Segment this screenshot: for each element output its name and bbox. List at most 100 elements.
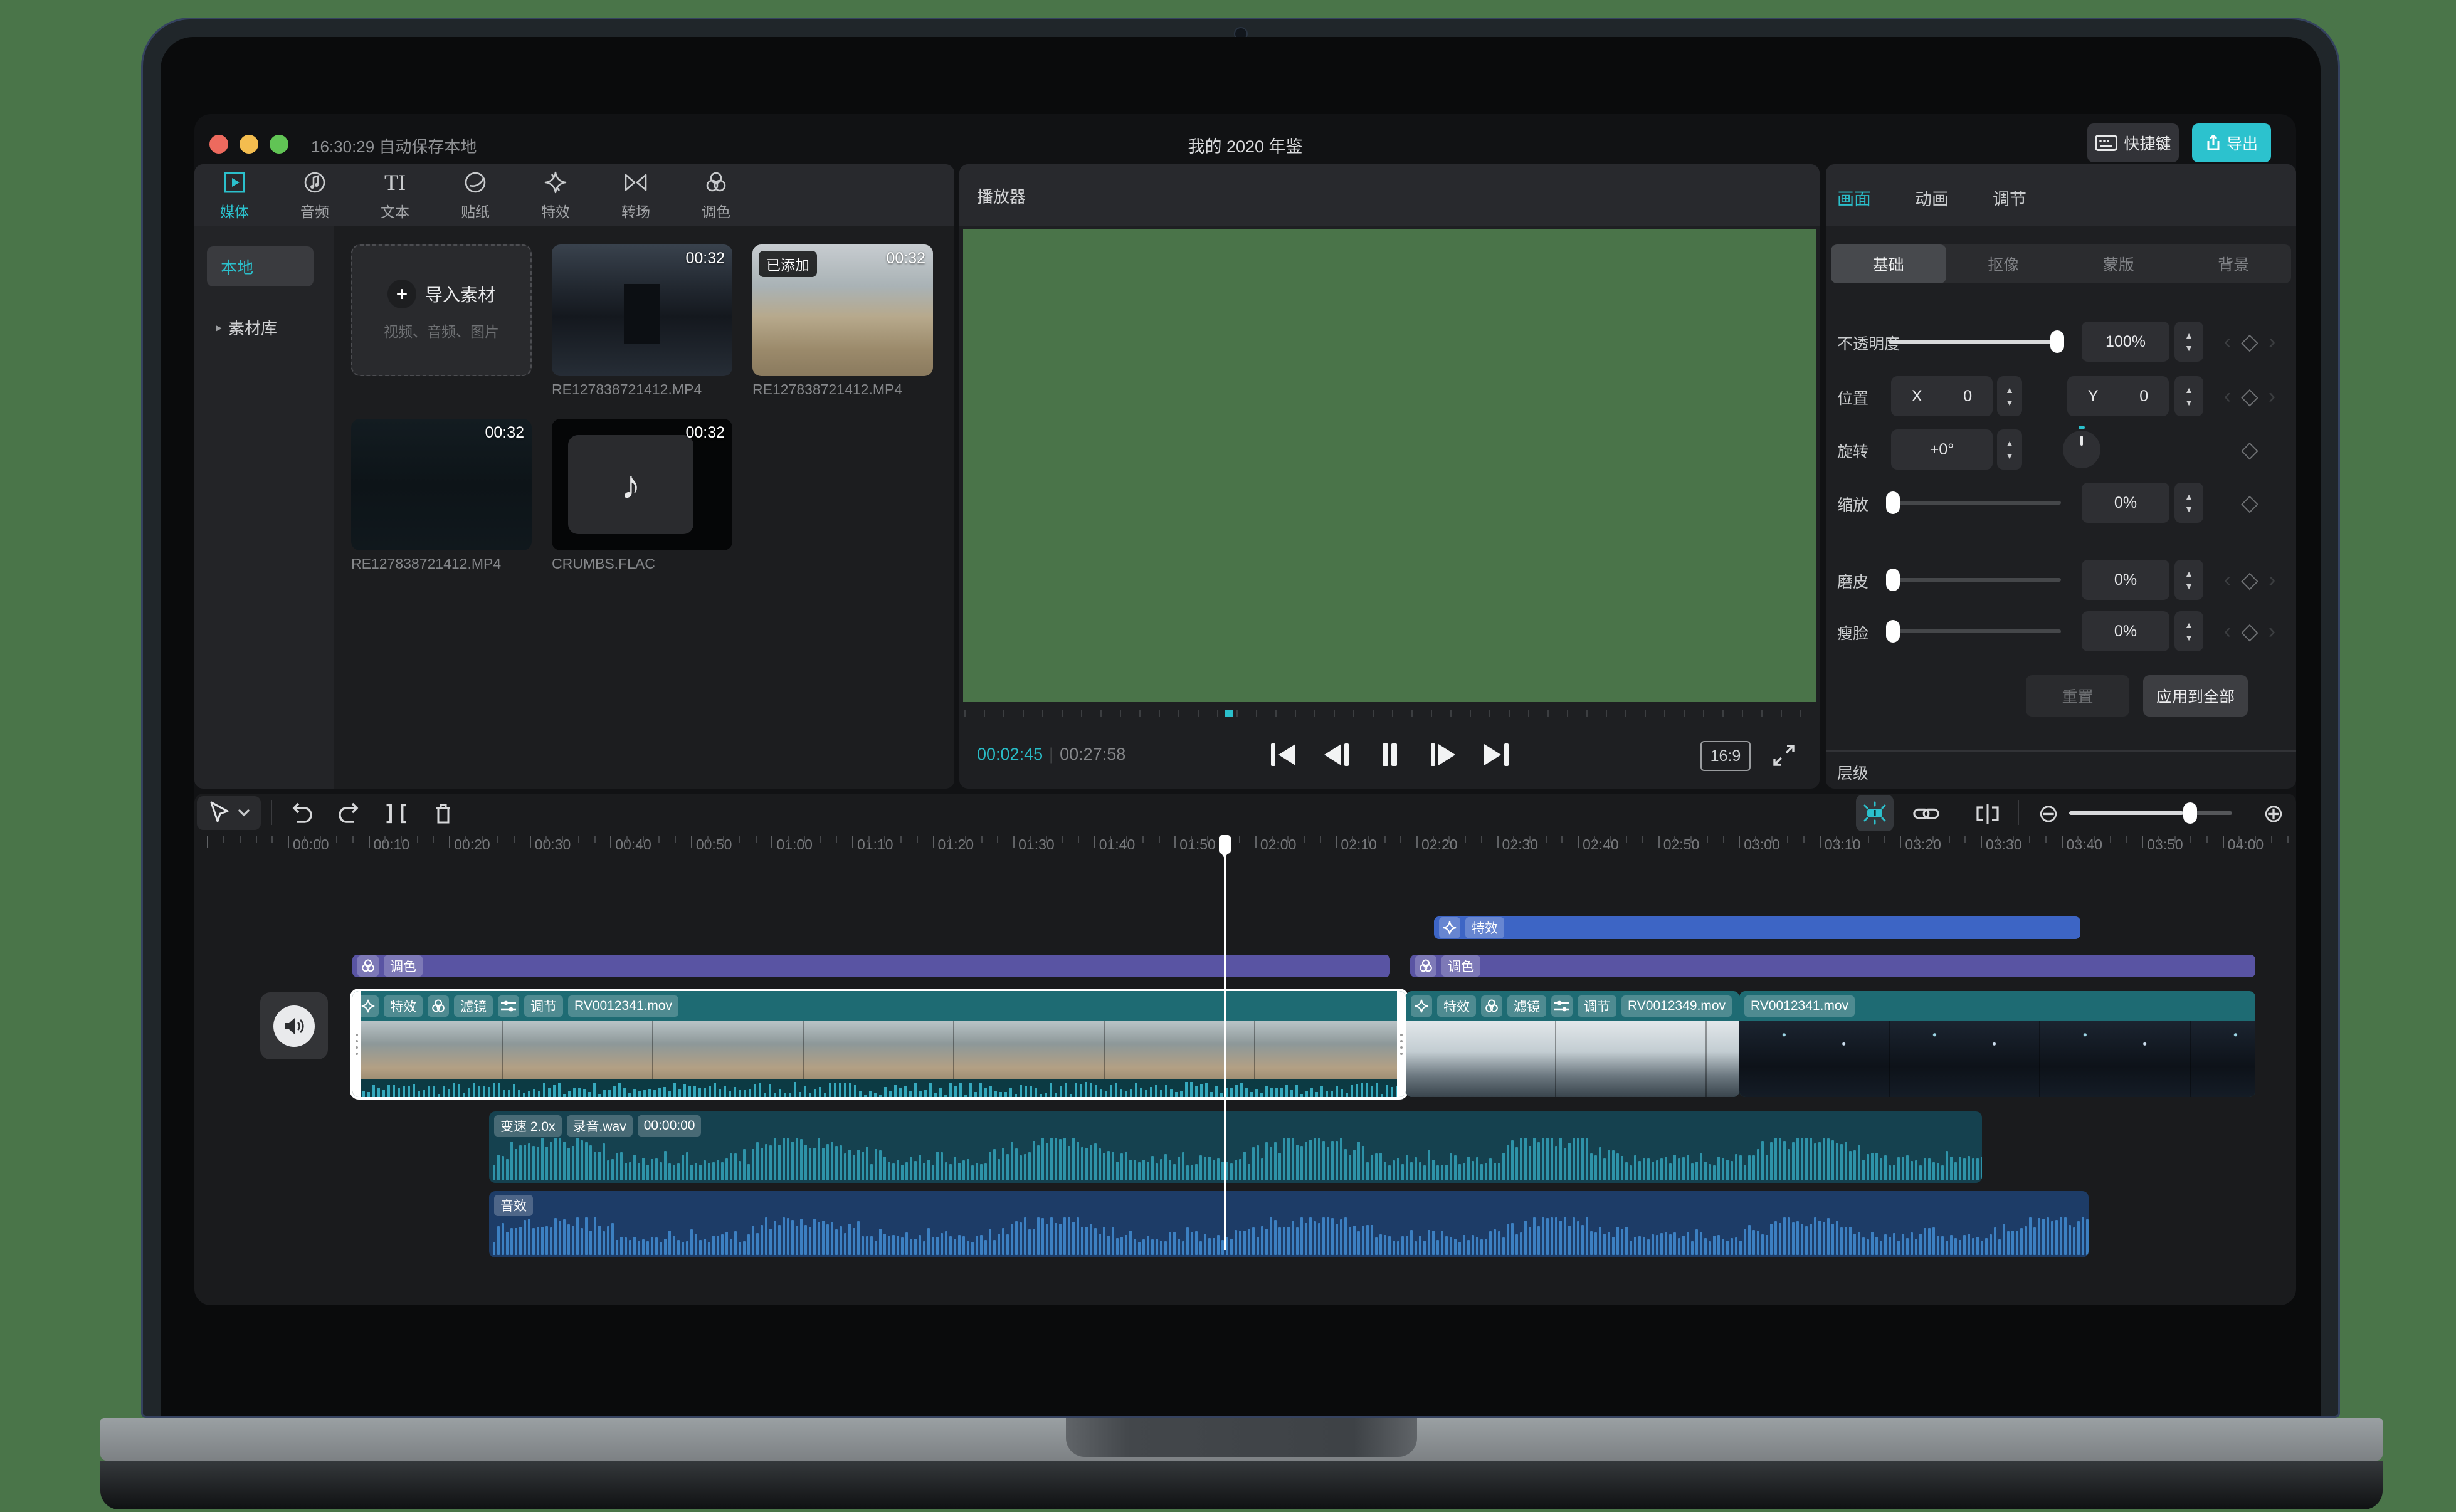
frame-back-button[interactable] [1316,738,1356,771]
media-item[interactable]: 已添加 00:32 [752,244,933,376]
ruler-label: 02:00 [1260,836,1297,853]
smooth-skin-stepper[interactable]: ▲ ▼ [2174,560,2203,600]
effect-track-bar[interactable]: 特效 [1434,916,2080,939]
subtab-mask[interactable]: 蒙版 [2061,244,2176,283]
media-icon [223,169,246,196]
select-tool-button[interactable] [208,801,229,825]
smooth-skin-keyframe[interactable]: ‹ ◇ › [2206,565,2294,595]
delete-button[interactable] [430,800,457,827]
subtab-keying[interactable]: 抠像 [1946,244,2062,283]
video-clip[interactable]: 特效 滤镜 调节 RV0012341.mov [350,989,1408,1100]
slim-face-slider[interactable] [1886,620,2061,643]
ruler-label: 01:10 [856,836,893,853]
undo-button[interactable] [288,800,316,827]
ruler-label: 01:30 [1018,836,1055,853]
smooth-skin-slider[interactable] [1886,569,2061,591]
media-item[interactable]: 00:32 [552,244,732,376]
tab-adjust[interactable]: 调节 [1993,186,2026,210]
media-grid: + 导入素材 视频、音频、图片 00:32 RE127838721412.MP4 已添… [334,226,954,789]
slim-face-value[interactable]: 0% [2082,611,2169,651]
ruler-label: 01:20 [937,836,974,853]
audio-clip[interactable]: 变速 2.0x 录音.wav 00:00:00 [489,1111,1982,1183]
scale-value[interactable]: 0% [2082,483,2169,523]
sidebar-item-assets[interactable]: ▸ 素材库 [207,307,314,347]
audio-clip[interactable]: 音效 [489,1191,2089,1257]
sidebar-item-local[interactable]: 本地 [207,246,314,286]
snap-toggle-button[interactable] [1856,795,1894,831]
position-x-field[interactable]: X0 [1891,376,1993,416]
tab-animation[interactable]: 动画 [1915,186,1949,210]
redo-button[interactable] [335,800,362,827]
zoom-in-icon[interactable]: ⊕ [2260,800,2287,827]
track-mute-button[interactable] [260,992,328,1059]
starS-icon [1439,917,1460,938]
media-item[interactable]: 00:32 [351,419,532,550]
star-icon [544,169,567,196]
player-scrubber[interactable] [964,707,1815,720]
subtab-basic[interactable]: 基础 [1831,244,1946,283]
scale-slider[interactable] [1886,491,2061,514]
timeline-panel: ][ ⊖ ⊕ 00:00 00:10 00:20 00:30 00:40 00:50 01:… [194,794,2296,1305]
library-tab-star[interactable]: 特效 [515,169,596,221]
position-y-stepper[interactable]: ▲ ▼ [2174,376,2203,416]
skip-end-button[interactable] [1476,738,1516,771]
rotate-value[interactable]: +0° [1891,429,1993,470]
library-tab-sticker[interactable]: 贴纸 [435,169,515,221]
opacity-slider[interactable] [1889,330,2064,353]
app-window: 16:30:29 自动保存本地 我的 2020 年鉴 快捷键 导出 媒体 音频 TI… [194,114,2296,1305]
color-track-bar[interactable]: 调色 [352,955,1390,977]
video-preview[interactable] [963,229,1816,702]
media-library-panel: 媒体 音频 TI 文本 贴纸 特效 转场 调色 本地 ▸ 素材库 + 导入素材 视频、音频、图片 … [194,164,954,789]
split-clip-button[interactable]: ][ [382,800,410,827]
scale-keyframe[interactable]: ‹◇› [2206,488,2294,518]
export-button[interactable]: 导出 [2192,123,2271,162]
pause-button[interactable] [1369,738,1410,771]
slim-face-stepper[interactable]: ▲ ▼ [2174,611,2203,651]
ruler-label: 03:40 [2066,836,2103,853]
ruler-label: 02:40 [1583,836,1619,853]
opacity-keyframe[interactable]: ‹ ◇ › [2206,327,2294,357]
library-tab-transition[interactable]: 转场 [596,169,676,221]
position-y-field[interactable]: Y0 [2067,376,2169,416]
zoom-out-icon[interactable]: ⊖ [2035,800,2062,827]
playhead[interactable] [1219,835,1231,1250]
video-clip[interactable]: RV0012341.mov [1739,991,2255,1097]
chevron-down-icon[interactable] [238,809,250,817]
frame-forward-button[interactable] [1423,738,1463,771]
position-keyframe[interactable]: ‹ ◇ › [2206,381,2294,411]
import-media-button[interactable]: + 导入素材 视频、音频、图片 [351,244,532,376]
color-track-bar[interactable]: 调色 [1410,955,2255,977]
circlesS-icon [1415,955,1436,977]
ruler-label: 03:30 [1985,836,2022,853]
library-tab-audio[interactable]: 音频 [275,169,355,221]
rotate-keyframe[interactable]: ‹◇› [2206,434,2294,465]
mirror-split-icon[interactable] [1974,800,2001,827]
skip-start-button[interactable] [1263,738,1303,771]
timeline-zoom-slider[interactable] [2069,802,2232,824]
layer-label: 层级 [1837,765,1869,782]
link-clips-icon[interactable] [1912,800,1940,827]
video-clip[interactable]: 特效 滤镜 调节 RV0012349.mov [1406,991,1739,1097]
slim-face-keyframe[interactable]: ‹ ◇ › [2206,616,2294,646]
opacity-stepper[interactable]: ▲ ▼ [2174,322,2203,362]
apply-to-all-button[interactable]: 应用到全部 [2143,675,2248,717]
scale-stepper[interactable]: ▲ ▼ [2174,483,2203,523]
player-header: 播放器 [977,187,1026,206]
shortcuts-button[interactable]: 快捷键 [2087,123,2179,162]
media-item[interactable]: ♪ 00:32 [552,419,732,550]
position-x-stepper[interactable]: ▲ ▼ [1997,376,2022,416]
rotate-stepper[interactable]: ▲ ▼ [1997,429,2022,470]
aspect-ratio-button[interactable]: 16:9 [1700,741,1751,771]
tab-picture[interactable]: 画面 [1837,186,1871,210]
library-tab-text[interactable]: TI 文本 [355,169,435,221]
rotation-knob[interactable] [2063,426,2100,468]
library-tab-circles[interactable]: 调色 [676,169,756,221]
subtab-background[interactable]: 背景 [2176,244,2292,283]
opacity-value[interactable]: 100% [2082,322,2169,362]
scale-row: 缩放 0% ▲▼ ‹◇› [1826,483,2296,523]
library-tab-media[interactable]: 媒体 [194,169,275,221]
reset-button[interactable]: 重置 [2026,675,2129,717]
smooth-skin-value[interactable]: 0% [2082,560,2169,600]
timeline-ruler[interactable]: 00:00 00:10 00:20 00:30 00:40 00:50 01:00 01:10… [194,835,2296,855]
fullscreen-icon[interactable] [1769,741,1798,770]
